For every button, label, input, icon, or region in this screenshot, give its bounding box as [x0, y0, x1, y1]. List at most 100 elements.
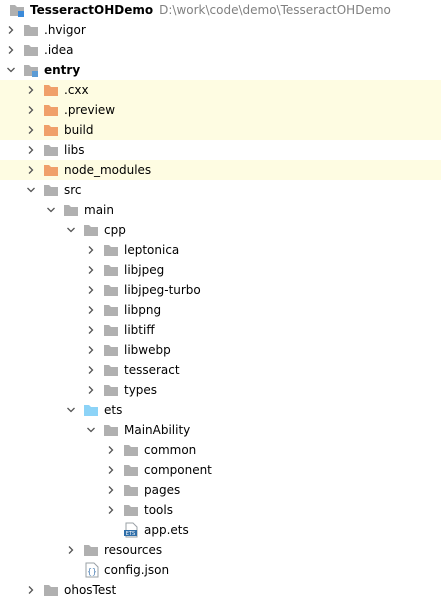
folder-icon [103, 262, 119, 278]
folder-icon [123, 502, 139, 518]
folder-icon [83, 542, 99, 558]
tree-row-label: libs [64, 143, 85, 157]
folder-icon [23, 42, 39, 58]
chevron-right-icon[interactable] [5, 44, 17, 56]
tree-row[interactable]: .preview [0, 100, 441, 120]
tree-row[interactable]: cpp [0, 220, 441, 240]
tree-row[interactable]: entry [0, 60, 441, 80]
chevron-right-icon[interactable] [105, 504, 117, 516]
folder-icon [83, 222, 99, 238]
chevron-down-icon[interactable] [45, 204, 57, 216]
excluded-folder-icon [43, 122, 59, 138]
project-root-row[interactable]: TesseractOHDemo D:\work\code\demo\Tesser… [0, 0, 441, 20]
chevron-right-icon[interactable] [105, 484, 117, 496]
chevron-right-icon[interactable] [25, 84, 37, 96]
chevron-down-icon[interactable] [65, 224, 77, 236]
excluded-folder-icon [43, 82, 59, 98]
chevron-right-icon[interactable] [25, 164, 37, 176]
tree-row-label: libtiff [124, 323, 155, 337]
tree-row-label: .cxx [64, 83, 89, 97]
tree-row[interactable]: libpng [0, 300, 441, 320]
svg-text:{}: {} [87, 567, 97, 576]
excluded-folder-icon [43, 162, 59, 178]
tree-row[interactable]: src [0, 180, 441, 200]
chevron-right-icon[interactable] [85, 344, 97, 356]
chevron-down-icon[interactable] [25, 184, 37, 196]
tree-row[interactable]: leptonica [0, 240, 441, 260]
tree-row-label: tools [144, 503, 173, 517]
folder-icon [123, 462, 139, 478]
ets-file-icon: ETS [123, 522, 139, 538]
tree-row[interactable]: .hvigor [0, 20, 441, 40]
chevron-right-icon[interactable] [85, 324, 97, 336]
excluded-folder-icon [43, 102, 59, 118]
tree-row[interactable]: build [0, 120, 441, 140]
tree-row-label: node_modules [64, 163, 152, 177]
tree-row[interactable]: libs [0, 140, 441, 160]
tree-row[interactable]: ets [0, 400, 441, 420]
json-file-icon: {} [83, 562, 99, 578]
chevron-right-icon[interactable] [5, 24, 17, 36]
tree-row-label: entry [44, 63, 81, 77]
chevron-right-icon[interactable] [25, 584, 37, 596]
tree-row[interactable]: libjpeg-turbo [0, 280, 441, 300]
folder-icon [103, 362, 119, 378]
chevron-right-icon[interactable] [85, 384, 97, 396]
tree-row[interactable]: tools [0, 500, 441, 520]
tree-row-label: cpp [104, 223, 126, 237]
tree-row[interactable]: component [0, 460, 441, 480]
chevron-right-icon[interactable] [65, 544, 77, 556]
tree-row[interactable]: MainAbility [0, 420, 441, 440]
chevron-right-icon[interactable] [85, 244, 97, 256]
tree-row[interactable]: {} config.json [0, 560, 441, 580]
tree-row[interactable]: resources [0, 540, 441, 560]
chevron-right-icon[interactable] [85, 364, 97, 376]
tree-row-label: libjpeg-turbo [124, 283, 201, 297]
tree-row[interactable]: ETS app.ets [0, 520, 441, 540]
chevron-right-icon[interactable] [25, 124, 37, 136]
tree-row-label: libwebp [124, 343, 171, 357]
tree-row[interactable]: ohosTest [0, 580, 441, 600]
tree-row-label: .hvigor [44, 23, 86, 37]
tree-row-label: resources [104, 543, 163, 557]
folder-icon [103, 422, 119, 438]
chevron-down-icon[interactable] [65, 404, 77, 416]
tree-row[interactable]: libtiff [0, 320, 441, 340]
source-folder-icon [83, 402, 99, 418]
tree-row[interactable]: common [0, 440, 441, 460]
tree-row-label: pages [144, 483, 181, 497]
tree-row-label: .idea [44, 43, 74, 57]
tree-row[interactable]: node_modules [0, 160, 441, 180]
chevron-right-icon[interactable] [105, 444, 117, 456]
tree-row-label: libpng [124, 303, 162, 317]
tree-row[interactable]: .idea [0, 40, 441, 60]
tree-row-label: leptonica [124, 243, 180, 257]
chevron-right-icon[interactable] [85, 264, 97, 276]
tree-row[interactable]: types [0, 380, 441, 400]
tree-row-label: MainAbility [124, 423, 191, 437]
tree-row[interactable]: libjpeg [0, 260, 441, 280]
folder-icon [123, 442, 139, 458]
folder-icon [103, 302, 119, 318]
chevron-right-icon[interactable] [25, 104, 37, 116]
chevron-right-icon[interactable] [85, 284, 97, 296]
tree-row[interactable]: libwebp [0, 340, 441, 360]
chevron-down-icon[interactable] [85, 424, 97, 436]
tree-row[interactable]: .cxx [0, 80, 441, 100]
tree-row-label: tesseract [124, 363, 180, 377]
folder-icon [103, 382, 119, 398]
chevron-right-icon[interactable] [85, 304, 97, 316]
tree-row-label: config.json [104, 563, 170, 577]
svg-text:ETS: ETS [126, 531, 135, 537]
tree-row-label: types [124, 383, 158, 397]
tree-row-label: ets [104, 403, 123, 417]
tree-row[interactable]: tesseract [0, 360, 441, 380]
tree-row[interactable]: pages [0, 480, 441, 500]
chevron-right-icon[interactable] [105, 464, 117, 476]
chevron-down-icon[interactable] [5, 64, 17, 76]
tree-row[interactable]: main [0, 200, 441, 220]
tree-row-label: build [64, 123, 94, 137]
chevron-right-icon[interactable] [25, 144, 37, 156]
project-folder-icon [9, 2, 25, 18]
folder-icon [63, 202, 79, 218]
